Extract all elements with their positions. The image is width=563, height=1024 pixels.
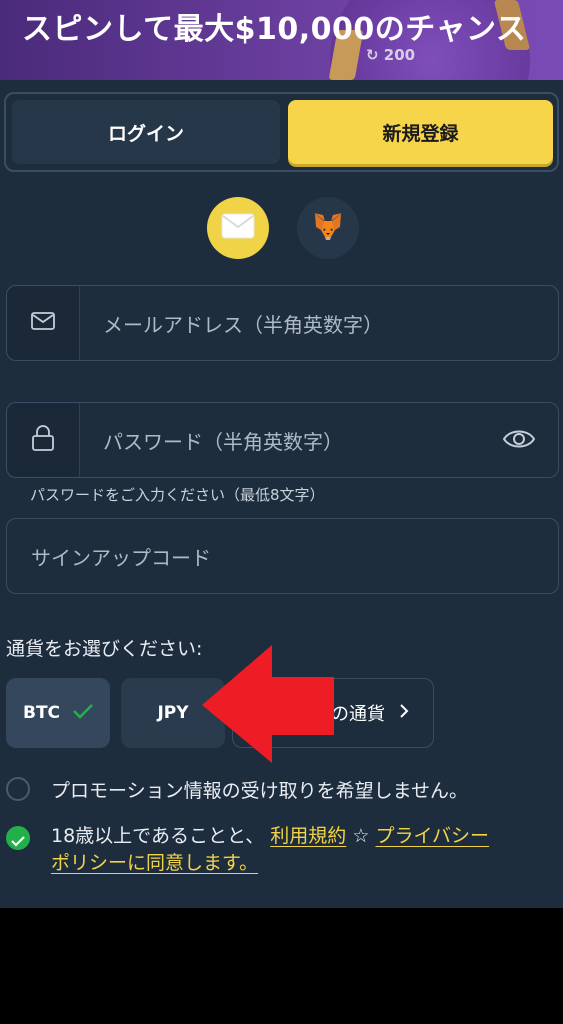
metamask-fox-icon (312, 211, 344, 245)
red-arrow-annotation (202, 645, 334, 763)
signup-code-field[interactable]: サインアップコード (6, 518, 559, 594)
tab-login[interactable]: ログイン (12, 100, 280, 164)
currency-jpy-label: JPY (157, 703, 189, 723)
banner-title: スピンして最大$10,000のチャンス (22, 12, 527, 47)
terms-agree-checkbox[interactable] (6, 826, 30, 850)
banner-counter: ↻ 200 (366, 46, 416, 64)
promo-optout-checkbox[interactable] (6, 777, 30, 801)
lock-icon (32, 425, 54, 455)
auth-tabs: ログイン 新規登録 (4, 92, 559, 172)
email-method-button[interactable] (207, 197, 269, 259)
currency-btc-label: BTC (23, 703, 61, 723)
chevron-right-icon (399, 703, 409, 724)
password-placeholder: パスワード（半角英数字） (103, 429, 343, 454)
checkmark-icon (11, 832, 25, 851)
metamask-method-button[interactable] (297, 197, 359, 259)
eye-icon[interactable] (502, 427, 536, 455)
currency-label: 通貨をお選びください: (6, 638, 203, 660)
terms-agree-label: 18歳以上であることと、 利用規約 ☆ プライバシー ポリシーに同意します。 (51, 823, 561, 877)
password-field-icon-box (7, 403, 80, 477)
password-hint: パスワードをご入力ください（最低8文字） (30, 486, 325, 504)
refresh-icon: ↻ (366, 46, 384, 64)
tab-register[interactable]: 新規登録 (288, 100, 553, 164)
terms-prefix: 18歳以上であることと、 (51, 825, 265, 847)
other-currency-label: の通貨 (331, 704, 385, 725)
signup-code-placeholder: サインアップコード (31, 545, 211, 570)
promo-optout-label: プロモーション情報の受け取りを希望しません。 (51, 780, 469, 802)
terms-separator: ☆ (352, 825, 370, 847)
email-field[interactable]: メールアドレス（半角英数字） (6, 285, 559, 361)
terms-of-use-link[interactable]: 利用規約 (270, 825, 346, 847)
email-placeholder: メールアドレス（半角英数字） (103, 312, 383, 337)
envelope-icon (221, 213, 255, 243)
promo-banner[interactable]: スピンして最大$10,000のチャンス ↻ 200 (0, 0, 563, 80)
envelope-outline-icon (31, 312, 55, 334)
checkmark-icon (72, 703, 94, 724)
password-field[interactable]: パスワード（半角英数字） (6, 402, 559, 478)
email-field-icon-box (7, 286, 80, 360)
currency-option-btc[interactable]: BTC (6, 678, 110, 748)
